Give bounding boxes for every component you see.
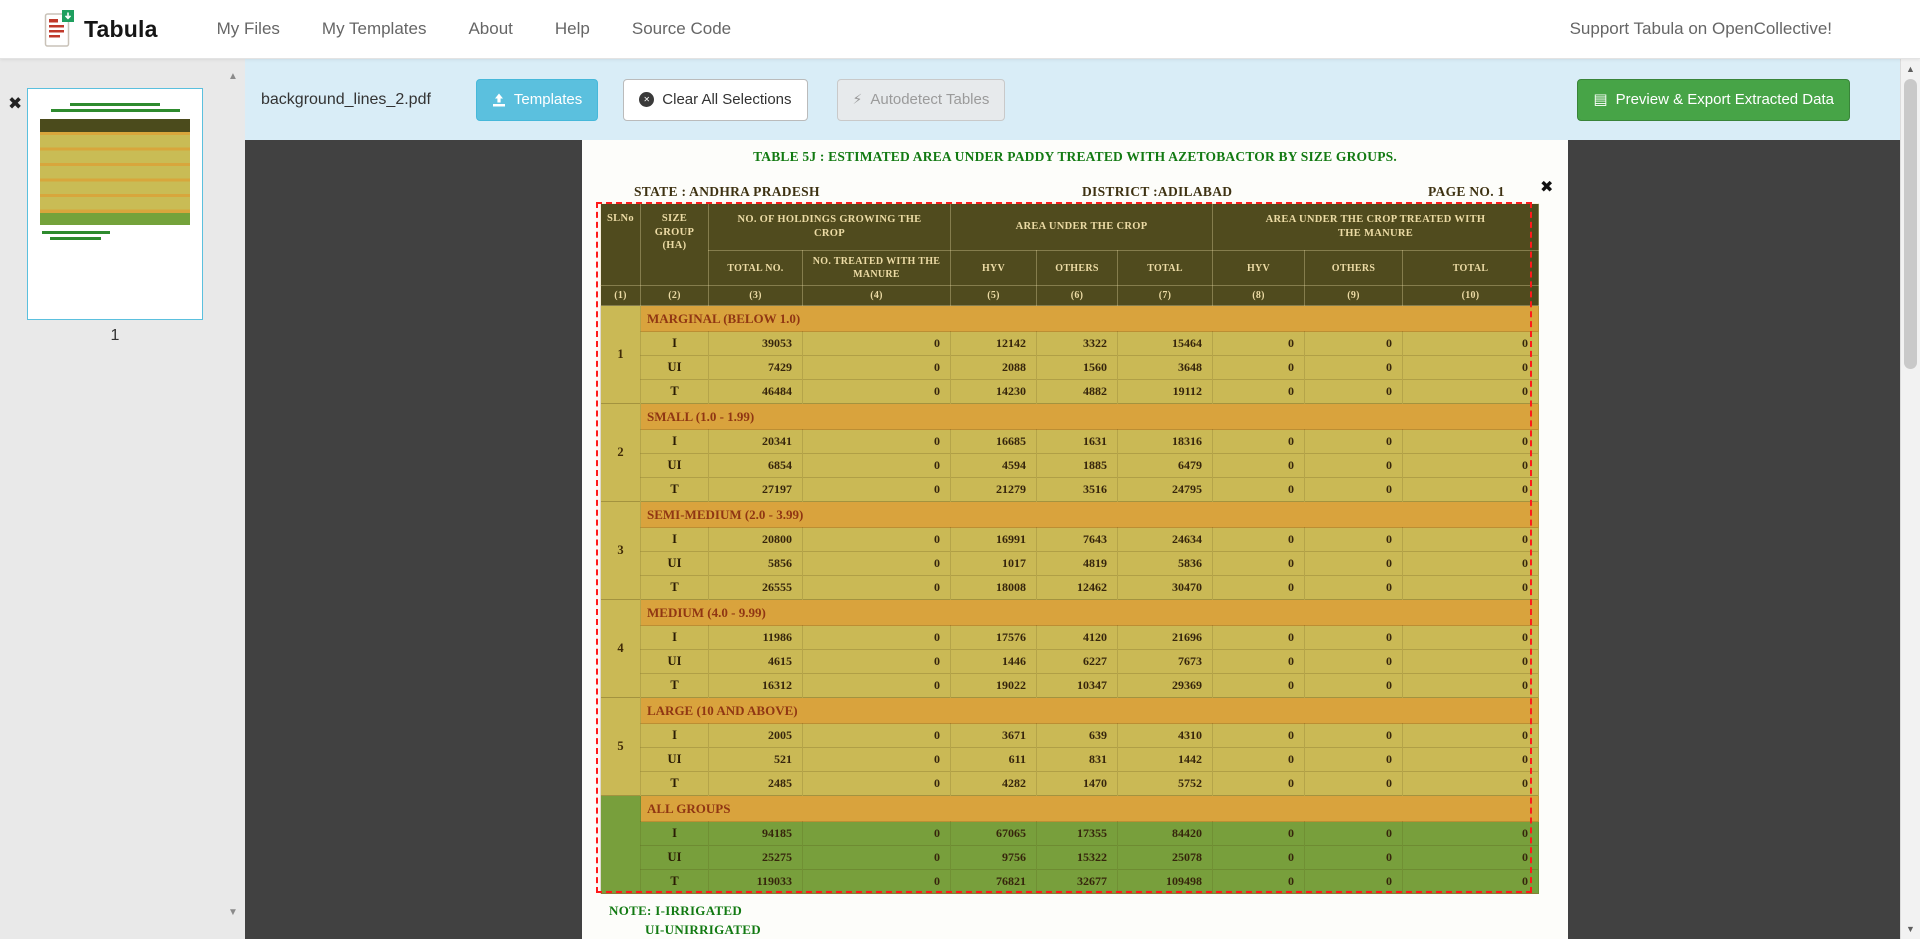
thumbnail-subtitle-line [51,109,180,112]
remove-page-icon[interactable]: ✖ [8,95,22,112]
selection-close-icon[interactable]: ✖ [1540,180,1553,196]
autodetect-button-label: Autodetect Tables [870,91,989,108]
page-thumbnail[interactable] [27,88,203,320]
state-label: STATE : ANDHRA PRADESH [634,184,820,200]
filename-label: background_lines_2.pdf [261,91,431,109]
thumbnail-title-line [70,103,160,106]
clear-circle-x-icon: ✕ [639,92,654,107]
table-selection-box[interactable] [596,202,1532,893]
templates-button-label: Templates [514,91,582,108]
scrollbar-thumb[interactable] [1904,79,1917,369]
main-nav: My Files My Templates About Help Source … [196,19,752,39]
main-scrollbar[interactable]: ▲ ▼ [1900,59,1920,939]
thumbnail-table-footer-rows [40,210,190,225]
thumbnail-table-rows [40,132,190,210]
clear-all-selections-button[interactable]: ✕ Clear All Selections [623,79,807,121]
sidebar: ✖ 1 ▲ ▼ [0,59,245,939]
lightning-icon: ⚡ [853,91,863,108]
table-grid-icon: ▤ [1593,92,1607,107]
support-link[interactable]: Support Tabula on OpenCollective! [1570,19,1832,39]
district-label: DISTRICT :ADILABAD [1082,184,1232,200]
nav-my-files[interactable]: My Files [196,19,301,39]
nav-about[interactable]: About [447,19,533,39]
clear-button-label: Clear All Selections [662,91,791,108]
page-no-label: PAGE NO. 1 [1428,184,1505,200]
sidebar-scroll-down-icon[interactable]: ▼ [224,907,242,918]
thumbnail-note-line-2 [50,237,101,240]
toolbar: background_lines_2.pdf Templates ✕ Clear… [245,59,1900,140]
page-number-label: 1 [27,327,203,345]
scroll-down-icon[interactable]: ▼ [1901,924,1920,934]
document-title: TABLE 5J : ESTIMATED AREA UNDER PADDY TR… [582,149,1568,165]
document-viewport: TABLE 5J : ESTIMATED AREA UNDER PADDY TR… [245,140,1900,939]
brand[interactable]: Tabula [44,10,158,48]
export-button-label: Preview & Export Extracted Data [1616,91,1834,108]
document-note-2: UI-UNIRRIGATED [645,922,761,938]
autodetect-tables-button[interactable]: ⚡ Autodetect Tables [837,79,1006,121]
tabula-logo [44,10,74,48]
scroll-up-icon[interactable]: ▲ [1901,64,1920,74]
preview-export-button[interactable]: ▤ Preview & Export Extracted Data [1577,79,1850,121]
thumbnail-note-line [42,231,110,234]
nav-source-code[interactable]: Source Code [611,19,752,39]
pdf-page[interactable]: TABLE 5J : ESTIMATED AREA UNDER PADDY TR… [582,140,1568,939]
sidebar-scroll-up-icon[interactable]: ▲ [224,71,242,82]
nav-my-templates[interactable]: My Templates [301,19,448,39]
navbar: Tabula My Files My Templates About Help … [0,0,1920,59]
brand-title[interactable]: Tabula [84,16,158,43]
upload-icon [492,93,506,107]
thumbnail-table-header [40,119,190,132]
nav-help[interactable]: Help [534,19,611,39]
templates-button[interactable]: Templates [476,79,598,121]
document-note-1: NOTE: I-IRRIGATED [609,903,742,919]
